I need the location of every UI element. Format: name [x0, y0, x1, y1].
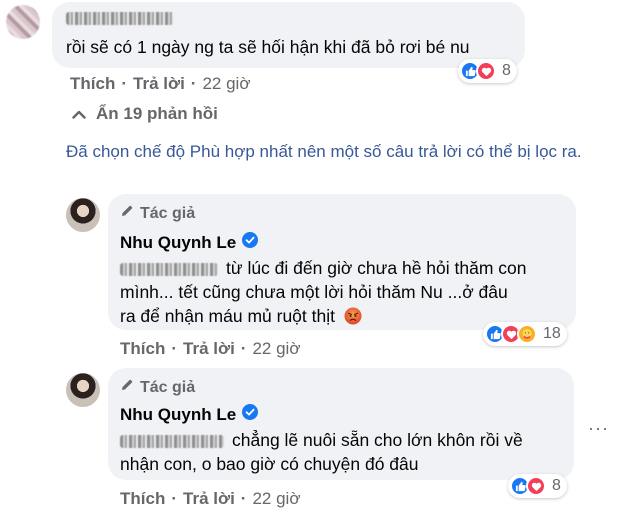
commenter-name-blurred[interactable]	[66, 10, 174, 28]
separator-dot: ·	[190, 74, 197, 93]
reply-actions: Thích · Trả lời · 22 giờ	[120, 339, 300, 359]
author-name[interactable]: Nhu Quynh Le	[120, 233, 236, 253]
author-avatar[interactable]	[66, 198, 100, 232]
author-name-row: Nhu Quynh Le	[120, 404, 259, 425]
author-tag: Tác giả	[120, 204, 195, 223]
like-button[interactable]: Thích	[120, 339, 165, 359]
reply-bubble: Tác giả Nhu Quynh Le chẳng lẽ nuôi sẵn c…	[108, 368, 574, 480]
timestamp[interactable]: 22 giờ	[252, 489, 300, 509]
timestamp[interactable]: 22 giờ	[202, 74, 250, 94]
separator-dot: ·	[121, 74, 128, 93]
mentioned-name-blurred[interactable]	[120, 434, 224, 448]
love-icon	[526, 476, 546, 496]
chevron-up-icon	[72, 104, 86, 124]
reaction-count: 8	[502, 62, 511, 79]
author-tag: Tác giả	[120, 378, 195, 397]
reply-button[interactable]: Trả lời	[133, 74, 185, 94]
angry-emoji-icon	[344, 307, 362, 331]
reaction-summary[interactable]: 18	[483, 322, 567, 346]
separator-dot: ·	[171, 489, 178, 508]
reaction-summary[interactable]: 8	[458, 59, 517, 83]
reaction-count: 18	[543, 325, 561, 342]
author-tag-label: Tác giả	[140, 378, 196, 396]
hide-replies-label: Ẩn 19 phản hồi	[96, 104, 218, 123]
reply-button[interactable]: Trả lời	[183, 489, 235, 509]
more-options-icon[interactable]: ···	[588, 418, 609, 439]
like-button[interactable]: Thích	[120, 489, 165, 509]
verified-badge-icon	[242, 232, 259, 253]
comment-text: rồi sẽ có 1 ngày ng ta sẽ hối hận khi đã…	[66, 37, 470, 57]
pencil-icon	[120, 378, 134, 397]
author-tag-label: Tác giả	[140, 204, 196, 222]
separator-dot: ·	[240, 489, 247, 508]
author-name[interactable]: Nhu Quynh Le	[120, 405, 236, 425]
reply-bubble: Tác giả Nhu Quynh Le từ lúc đi đến giờ c…	[108, 194, 576, 330]
pencil-icon	[120, 204, 134, 223]
mentioned-name-blurred[interactable]	[120, 262, 218, 276]
care-icon	[517, 324, 537, 344]
verified-badge-icon	[242, 404, 259, 425]
author-name-row: Nhu Quynh Le	[120, 232, 259, 253]
author-avatar[interactable]	[66, 373, 100, 407]
timestamp[interactable]: 22 giờ	[252, 339, 300, 359]
like-button[interactable]: Thích	[70, 74, 115, 94]
filter-notice: Đã chọn chế độ Phù hợp nhất nên một số c…	[66, 142, 582, 161]
love-icon	[476, 61, 496, 81]
reaction-summary[interactable]: 8	[508, 474, 567, 498]
reply-text: từ lúc đi đến giờ chưa hề hỏi thăm con m…	[120, 256, 527, 331]
reaction-count: 8	[552, 477, 561, 494]
separator-dot: ·	[240, 339, 247, 358]
separator-dot: ·	[171, 339, 178, 358]
reply-button[interactable]: Trả lời	[183, 339, 235, 359]
hide-replies-toggle[interactable]: Ẩn 19 phản hồi	[72, 104, 218, 124]
comment-bubble: rồi sẽ có 1 ngày ng ta sẽ hối hận khi đã…	[52, 2, 525, 68]
commenter-avatar[interactable]	[6, 5, 40, 39]
reply-actions: Thích · Trả lời · 22 giờ	[120, 489, 300, 509]
comment-actions: Thích · Trả lời · 22 giờ	[70, 74, 250, 94]
reply-text: chẳng lẽ nuôi sẵn cho lớn khôn rồi về nh…	[120, 430, 523, 474]
